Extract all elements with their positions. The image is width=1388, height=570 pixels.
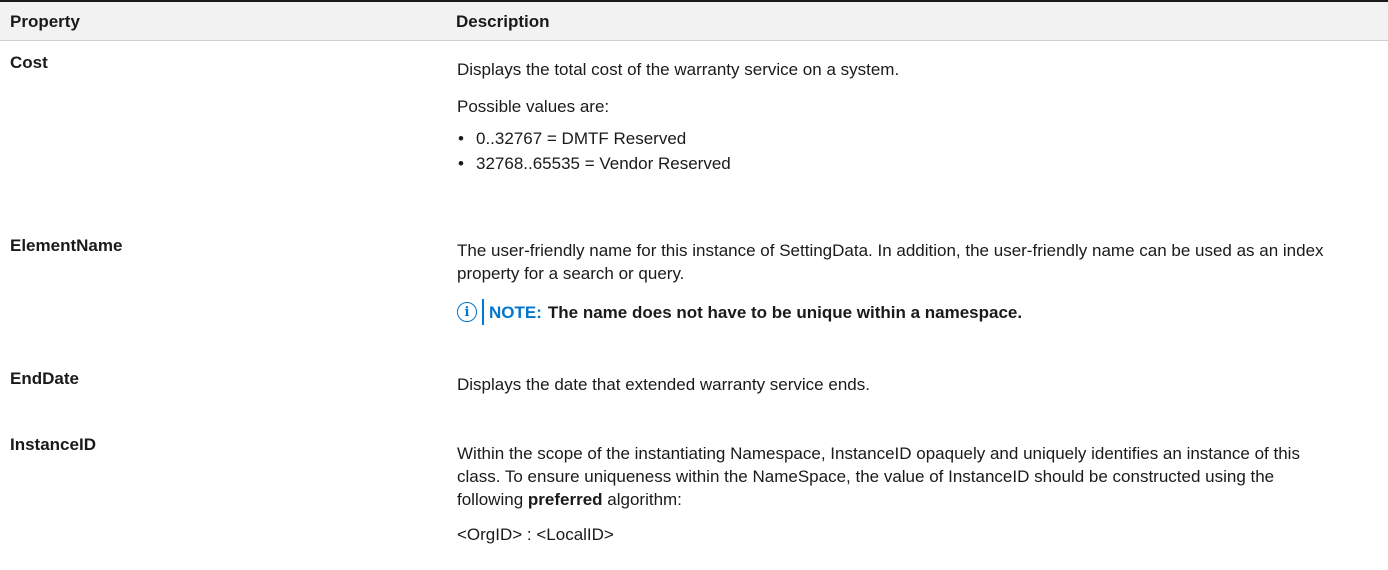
- header-property: Property: [10, 12, 80, 31]
- values-list: • 0..32767 = DMTF Reserved • 32768..65535 …: [457, 126, 1357, 176]
- note-divider: [482, 299, 484, 325]
- property-description: Within the scope of the instantiating Na…: [457, 442, 1337, 558]
- info-icon: i: [457, 302, 477, 322]
- property-description: Displays the date that extended warranty…: [457, 373, 1357, 408]
- bullet-icon: •: [458, 129, 464, 148]
- id-format: <OrgID> : <LocalID>: [457, 525, 614, 544]
- property-name: EndDate: [10, 369, 79, 388]
- property-name: Cost: [10, 53, 48, 72]
- description-text: Displays the total cost of the warranty …: [457, 60, 900, 79]
- property-description: Displays the total cost of the warranty …: [457, 58, 1357, 176]
- property-name: ElementName: [10, 236, 123, 255]
- description-text: Within the scope of the instantiating Na…: [457, 444, 1300, 509]
- table-header: Property Description: [0, 0, 1388, 41]
- property-table: Property Description Cost Displays the t…: [0, 0, 1388, 570]
- list-item: • 32768..65535 = Vendor Reserved: [457, 151, 1357, 176]
- description-text: Displays the date that extended warranty…: [457, 375, 870, 394]
- note-text: The name does not have to be unique with…: [547, 302, 1023, 322]
- values-intro: Possible values are:: [457, 97, 610, 116]
- property-description: The user-friendly name for this instance…: [457, 239, 1357, 325]
- header-description: Description: [456, 12, 550, 31]
- bullet-icon: •: [458, 154, 464, 173]
- description-text: The user-friendly name for this instance…: [457, 241, 1324, 283]
- property-name: InstanceID: [10, 435, 96, 454]
- note-callout: i NOTE: The name does not have to be uni…: [457, 299, 1357, 325]
- table-row-enddate: EndDate Displays the date that extended …: [0, 360, 1388, 430]
- table-row-elementname: ElementName The user-friendly name for t…: [0, 219, 1388, 360]
- table-row-cost: Cost Displays the total cost of the warr…: [0, 41, 1388, 219]
- table-row-instanceid: InstanceID Within the scope of the insta…: [0, 430, 1388, 570]
- list-item: • 0..32767 = DMTF Reserved: [457, 126, 1357, 151]
- note-label: NOTE:: [489, 302, 542, 322]
